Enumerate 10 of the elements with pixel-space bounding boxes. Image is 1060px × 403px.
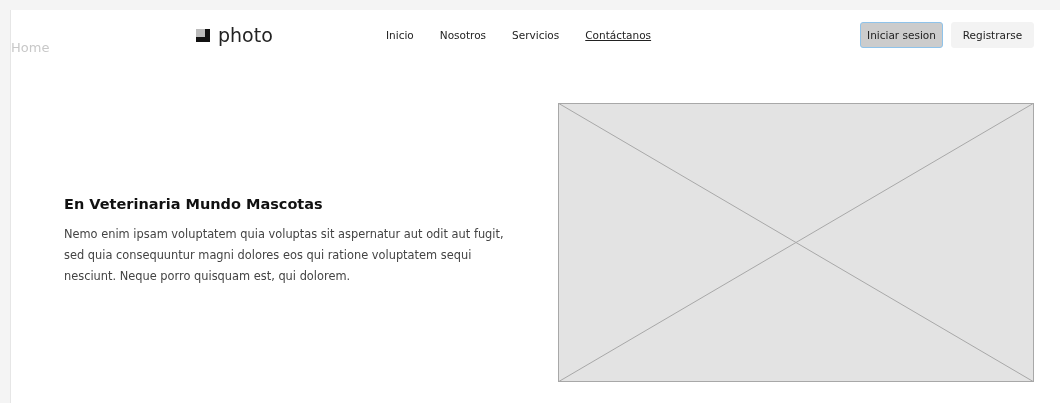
hero-text: Nemo enim ipsam voluptatem quia voluptas sit aspernatur aut odit aut fugit, sed quia consequuntur magni dolores eos qui ratione voluptatem sequi nesciunt. Neque porro quisquam est, qui dolorem.: [64, 226, 504, 285]
login-button[interactable]: Iniciar sesion: [860, 22, 943, 48]
nav-link[interactable]: Nosotros: [439, 29, 487, 41]
logo-icon: [196, 28, 210, 42]
hero-title: En Veterinaria Mundo Mascotas: [64, 196, 324, 212]
nav-link[interactable]: Contáctanos: [585, 29, 652, 41]
register-button[interactable]: Registrarse: [951, 22, 1034, 48]
nav-link[interactable]: Inicio: [386, 29, 414, 41]
nav-link[interactable]: Servicios: [512, 29, 560, 41]
logo-text: photo: [218, 24, 273, 46]
